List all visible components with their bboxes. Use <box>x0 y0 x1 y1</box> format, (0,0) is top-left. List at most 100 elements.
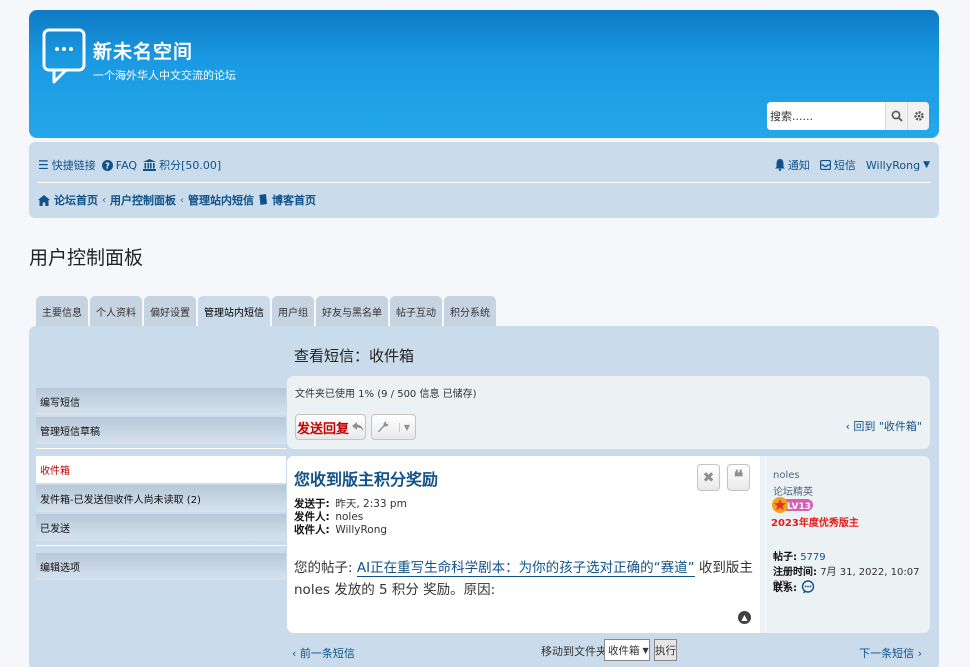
level-badge-text: LV13 <box>787 502 811 512</box>
folder-select-value: 收件箱 <box>608 644 640 657</box>
site-subtitle: 一个海外华人中文交流的论坛 <box>93 69 236 82</box>
points-link[interactable]: 积分[50.00] <box>143 157 221 173</box>
tab-usergroups[interactable]: 用户组 <box>272 296 314 326</box>
notifications-link[interactable]: 通知 <box>774 157 810 173</box>
move-go-button[interactable]: 执行 <box>654 639 677 661</box>
quick-links-label: 快捷链接 <box>51 159 96 172</box>
sidebar-item-outbox[interactable]: 发件箱-已发送但收件人尚未读取 (2) <box>36 485 286 512</box>
chat-bubble-logo-icon[interactable] <box>42 28 86 86</box>
sidebar: 编写短信 管理短信草稿 收件箱 发件箱-已发送但收件人尚未读取 (2) 已发送 … <box>36 388 286 582</box>
close-icon: ✖ <box>702 469 715 486</box>
points-label: 积分[50.00] <box>159 159 222 172</box>
tools-dropdown-button[interactable]: ▼ <box>371 414 416 440</box>
breadcrumb-pm[interactable]: 管理站内短信 <box>188 192 254 208</box>
author-posts: 帖子: 5779 <box>773 548 826 563</box>
quick-links-menu[interactable]: ☰ 快捷链接 <box>38 157 96 173</box>
book-icon <box>258 194 267 206</box>
tab-profile[interactable]: 个人资料 <box>90 296 142 326</box>
page-title: 用户控制面板 <box>29 247 144 269</box>
chevron-left-icon: ‹ <box>292 647 300 660</box>
content-title: 查看短信：收件箱 <box>294 347 415 365</box>
nav-divider <box>37 182 931 183</box>
posts-label: 帖子: <box>773 552 797 563</box>
sidebar-divider <box>36 545 286 553</box>
reply-button[interactable]: 发送回复 <box>295 414 366 440</box>
breadcrumb-blog-home[interactable]: 博客首页 <box>272 192 316 208</box>
sidebar-item-sent[interactable]: 已发送 <box>36 514 286 541</box>
back-to-top-icon[interactable]: ▲ <box>738 611 751 624</box>
question-circle-icon: ? <box>101 159 113 171</box>
tab-private-messages[interactable]: 管理站内短信 <box>198 296 270 327</box>
sidebar-divider <box>36 448 286 456</box>
posts-value[interactable]: 5779 <box>800 552 825 563</box>
faq-link[interactable]: ? FAQ <box>101 159 137 172</box>
hamburger-icon: ☰ <box>38 158 49 172</box>
sent-value: 昨天, 2:33 pm <box>335 498 407 510</box>
tab-friends-foes[interactable]: 好友与黑名单 <box>316 296 388 326</box>
to-label: 收件人: <box>294 524 330 536</box>
next-label: 下一条短信 <box>859 647 915 660</box>
breadcrumb: 论坛首页 ‹ 用户控制面板 ‹ 管理站内短信 博客首页 <box>38 192 316 208</box>
author-profile: noles 论坛精英 LV13 2023年度优秀版主 帖子: 5779 注册时间… <box>765 456 930 633</box>
joined-label: 注册时间: <box>773 567 817 578</box>
to-value[interactable]: WillyRong <box>335 524 387 536</box>
sidebar-item-inbox[interactable]: 收件箱 <box>36 456 286 483</box>
search-input[interactable] <box>767 102 885 130</box>
message-pagination: ‹ 前一条短信 移动到文件夹: 收件箱 ▼ 执行 下一条短信 › <box>287 638 930 664</box>
tab-overview[interactable]: 主要信息 <box>36 296 88 326</box>
breadcrumb-separator-icon: ‹ <box>180 194 184 206</box>
breadcrumb-ucp[interactable]: 用户控制面板 <box>110 192 176 208</box>
search-icon <box>891 110 903 122</box>
from-value[interactable]: noles <box>335 511 363 523</box>
messages-link[interactable]: 短信 <box>819 157 856 173</box>
messages-label: 短信 <box>833 159 856 172</box>
caret-down-icon: ▼ <box>398 422 410 432</box>
message-box: 您收到版主积分奖励 ✖ ❝ 发送于: 昨天, 2:33 pm 发件人: nole… <box>287 456 930 633</box>
breadcrumb-forum-index[interactable]: 论坛首页 <box>54 192 98 208</box>
search-button[interactable] <box>885 102 907 130</box>
contact-label: 联系: <box>773 583 797 594</box>
back-to-inbox-link[interactable]: ‹ 回到 "收件箱" <box>845 418 922 434</box>
site-title[interactable]: 新未名空间 <box>93 37 193 64</box>
author-name[interactable]: noles <box>773 470 800 481</box>
speech-bubble-icon[interactable] <box>801 579 815 594</box>
search-box <box>767 102 929 130</box>
folder-select[interactable]: 收件箱 ▼ <box>604 639 650 661</box>
tab-post-interactions[interactable]: 帖子互动 <box>390 296 442 326</box>
sidebar-item-drafts[interactable]: 管理短信草稿 <box>36 417 286 444</box>
previous-message-link[interactable]: ‹ 前一条短信 <box>292 645 355 661</box>
ucp-panel: 编写短信 管理短信草稿 收件箱 发件箱-已发送但收件人尚未读取 (2) 已发送 … <box>29 326 939 667</box>
next-message-link[interactable]: 下一条短信 › <box>859 645 922 661</box>
quote-button[interactable]: ❝ <box>727 464 750 491</box>
ucp-tabs: 主要信息 个人资料 偏好设置 管理站内短信 用户组 好友与黑名单 帖子互动 积分… <box>36 296 496 327</box>
breadcrumb-separator-icon: ‹ <box>102 194 106 206</box>
reply-button-label: 发送回复 <box>296 421 349 437</box>
inbox-icon <box>819 160 831 170</box>
folder-usage-text: 文件夹已使用 1% (9 / 500 信息 已储存) <box>295 389 477 400</box>
message-meta: 发送于: 昨天, 2:33 pm 发件人: noles 收件人: WillyRo… <box>294 498 407 537</box>
delete-button[interactable]: ✖ <box>697 464 720 491</box>
user-menu[interactable]: WillyRong ▼ <box>866 159 930 172</box>
svg-text:?: ? <box>105 161 110 170</box>
chevron-down-icon: ▼ <box>642 645 649 655</box>
tab-preferences[interactable]: 偏好设置 <box>144 296 196 326</box>
prev-label: 前一条短信 <box>299 647 355 660</box>
sidebar-item-compose[interactable]: 编写短信 <box>36 388 286 415</box>
message-post: 您收到版主积分奖励 ✖ ❝ 发送于: 昨天, 2:33 pm 发件人: nole… <box>287 456 760 633</box>
home-icon <box>38 194 50 206</box>
tab-points-system[interactable]: 积分系统 <box>444 296 496 326</box>
back-link-label: 回到 "收件箱" <box>853 420 922 433</box>
notifications-label: 通知 <box>787 159 810 172</box>
author-honor: 2023年度优秀版主 <box>771 518 859 529</box>
advanced-search-button[interactable] <box>907 102 929 130</box>
reply-arrow-icon <box>352 422 364 432</box>
gear-icon <box>913 111 924 121</box>
message-subject: 您收到版主积分奖励 <box>294 470 439 489</box>
author-contact: 联系: <box>773 579 815 594</box>
caret-down-icon: ▼ <box>923 160 930 170</box>
post-link[interactable]: AI正在重写生命科学剧本：为你的孩子选对正确的“赛道” <box>356 560 695 577</box>
sidebar-item-options[interactable]: 编辑选项 <box>36 553 286 580</box>
move-to-folder-label: 移动到文件夹: <box>541 645 611 658</box>
quote-icon: ❝ <box>733 467 744 488</box>
username-label: WillyRong <box>865 158 921 172</box>
